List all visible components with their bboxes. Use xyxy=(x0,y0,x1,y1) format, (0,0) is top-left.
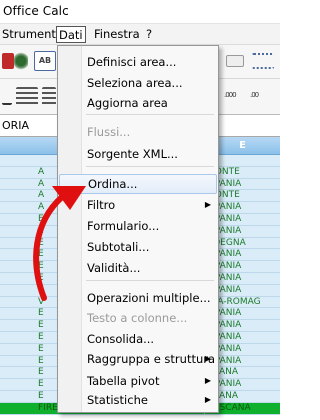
cell-text: A xyxy=(38,190,45,201)
menu-item-testo-a-colonne: Testo a colonne... xyxy=(59,308,217,328)
cell-text: E xyxy=(38,320,44,331)
menu-item-consolida[interactable]: Consolida... xyxy=(59,329,217,349)
menu-item-tabella-pivot[interactable]: Tabella pivot ▶ xyxy=(59,371,217,391)
menu-item-label: Definisci area... xyxy=(87,55,177,69)
cell-text: A xyxy=(38,202,45,213)
toolbar-button-icon[interactable] xyxy=(252,53,274,69)
menu-item-sorgente-xml[interactable]: Sorgente XML... xyxy=(59,144,217,164)
cell-text: E xyxy=(38,214,44,224)
cell-text: E xyxy=(38,284,44,295)
menu-item-label: Tabella pivot xyxy=(87,374,160,388)
menu-item-ordina[interactable]: Ordina... xyxy=(59,174,217,194)
menu-item-raggruppa-e-struttura[interactable]: Raggruppa e struttura ▶ xyxy=(59,349,217,369)
menu-separator xyxy=(86,280,214,281)
align-center-icon[interactable] xyxy=(42,87,56,107)
window-title: Office Calc xyxy=(3,4,69,18)
cell-text: E xyxy=(38,237,44,248)
menu-item-label: Statistiche xyxy=(87,393,148,407)
menu-item-label: Formulario... xyxy=(87,219,160,233)
menu-item-filtro[interactable]: Filtro ▶ xyxy=(59,195,217,215)
menu-item-label: Validità... xyxy=(87,261,141,275)
cell-text: E xyxy=(38,273,44,283)
remove-decimal-icon[interactable]: .00 xyxy=(250,91,274,103)
menu-item-label: Filtro xyxy=(87,198,116,212)
menu-dati[interactable]: Dati xyxy=(56,26,86,43)
cell-text: E xyxy=(38,261,44,272)
cell-text: E xyxy=(38,332,44,342)
menu-item-flussi: Flussi... xyxy=(59,122,217,142)
menu-item-label: Consolida... xyxy=(87,332,155,346)
submenu-arrow-icon: ▶ xyxy=(204,376,211,385)
menu-item-label: Flussi... xyxy=(87,125,131,139)
cell-text: E xyxy=(38,225,44,236)
align-left-icon[interactable] xyxy=(16,87,38,107)
underline-icon[interactable] xyxy=(2,89,12,105)
dati-dropdown-menu: Definisci area... Seleziona area... Aggior… xyxy=(57,45,219,413)
spellcheck-icon[interactable]: AB xyxy=(34,51,56,71)
menu-item-subtotali[interactable]: Subtotali... xyxy=(59,237,217,257)
submenu-arrow-icon: ▶ xyxy=(204,200,211,209)
menu-item-label: Testo a colonne... xyxy=(87,311,188,325)
menu-strumenti[interactable]: Strumenti xyxy=(0,26,61,43)
menu-finestra[interactable]: Finestra xyxy=(92,26,142,43)
cell-text: V xyxy=(38,296,45,307)
menu-item-label: Aggiorna area xyxy=(87,96,168,110)
toolbar-button-icon[interactable] xyxy=(226,55,244,67)
menu-item-statistiche[interactable]: Statistiche ▶ xyxy=(59,390,217,410)
title-bar: Office Calc xyxy=(0,0,280,24)
menu-item-label: Seleziona area... xyxy=(87,76,183,90)
globe-icon[interactable] xyxy=(14,51,28,71)
menu-separator xyxy=(86,166,214,167)
submenu-arrow-icon: ▶ xyxy=(204,354,211,363)
menu-bar: Strumenti Dati Finestra ? xyxy=(0,24,280,45)
menu-item-definisci-area[interactable]: Definisci area... xyxy=(59,52,217,72)
submenu-arrow-icon: ▶ xyxy=(204,395,211,404)
menu-item-label: Raggruppa e struttura xyxy=(87,352,216,366)
menu-item-validità[interactable]: Validità... xyxy=(59,258,217,278)
menu-help[interactable]: ? xyxy=(144,26,154,43)
cell-text: A xyxy=(38,178,45,189)
cell-text: E xyxy=(38,343,44,354)
menu-item-label: Sorgente XML... xyxy=(87,147,178,161)
menu-item-seleziona-area[interactable]: Seleziona area... xyxy=(59,73,217,93)
name-box[interactable]: ORIA xyxy=(2,119,29,132)
menu-item-label: Ordina... xyxy=(88,177,138,191)
add-decimal-icon[interactable]: .000 xyxy=(224,91,244,103)
cell-text: E xyxy=(38,249,44,260)
cell-text: E xyxy=(38,355,44,366)
cell-text: A xyxy=(38,166,45,177)
menu-item-aggiorna-area[interactable]: Aggiorna area xyxy=(59,93,217,113)
cell-text: E xyxy=(38,308,44,319)
menu-item-formulario[interactable]: Formulario... xyxy=(59,216,217,236)
cell-text: E xyxy=(38,379,44,390)
menu-separator xyxy=(86,114,214,115)
menu-item-label: Operazioni multiple... xyxy=(87,291,211,305)
cell-text: E xyxy=(38,391,44,401)
cell-text: E xyxy=(38,367,44,378)
menu-item-label: Subtotali... xyxy=(87,240,150,254)
menu-item-operazioni-multiple[interactable]: Operazioni multiple... xyxy=(59,288,217,308)
toolbar-button-icon[interactable] xyxy=(2,53,14,69)
